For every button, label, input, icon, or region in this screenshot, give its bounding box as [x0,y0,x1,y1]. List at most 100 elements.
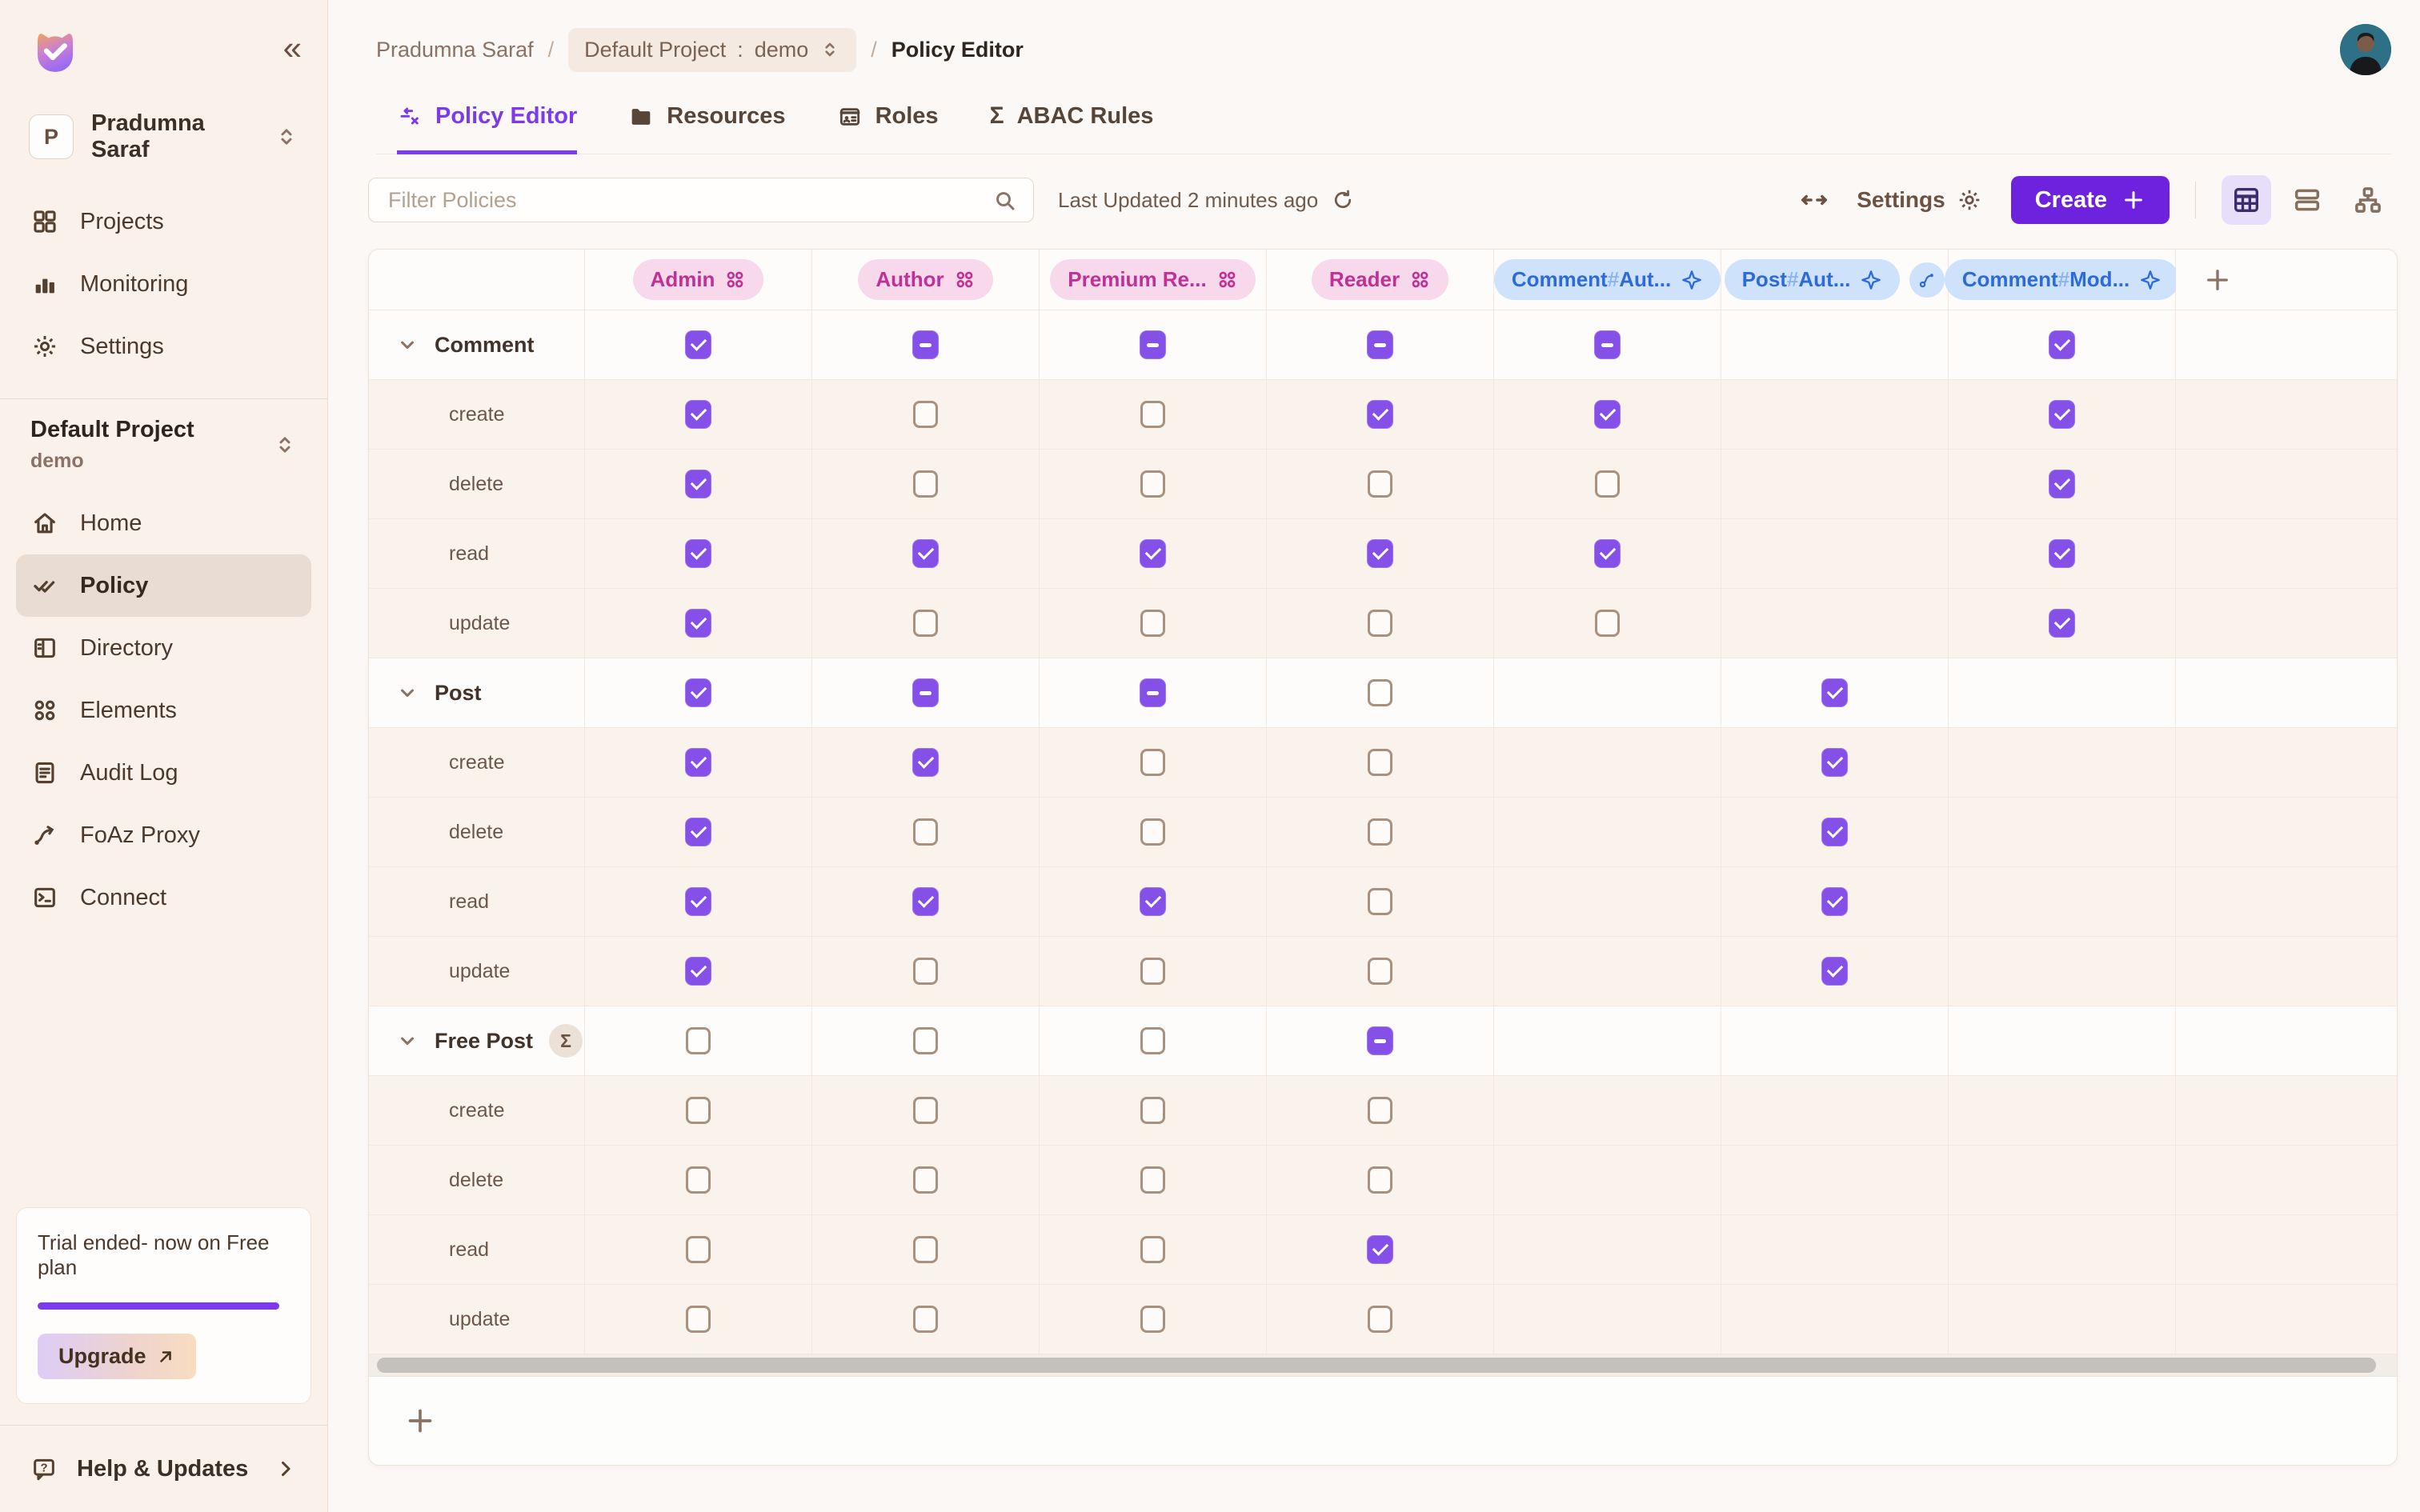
checkbox-unchecked[interactable] [1368,749,1392,776]
checkbox-unchecked[interactable] [913,401,938,428]
derived-role-badge[interactable]: Comment#Aut... [1494,259,1721,300]
role-badge[interactable]: Author [858,259,992,300]
sidebar-item-policy[interactable]: Policy [16,554,311,617]
role-badge[interactable]: Admin [633,259,764,300]
sidebar-item-elements[interactable]: Elements [16,679,311,742]
add-role-button[interactable] [2203,266,2232,294]
checkbox-checked[interactable] [686,401,711,428]
checkbox-checked[interactable] [2049,470,2074,498]
app-logo[interactable] [29,24,82,77]
workspace-switcher[interactable]: P Pradumna Saraf [29,110,298,163]
checkbox-unchecked[interactable] [913,1166,938,1194]
checkbox-unchecked[interactable] [1368,1306,1392,1333]
checkbox-unchecked[interactable] [686,1306,711,1333]
checkbox-unchecked[interactable] [1368,1166,1392,1194]
sidebar-item-directory[interactable]: Directory [16,617,311,679]
checkbox-checked[interactable] [1822,958,1847,985]
checkbox-unchecked[interactable] [686,1166,711,1194]
checkbox-checked[interactable] [913,888,938,915]
checkbox-unchecked[interactable] [1595,470,1620,498]
checkbox-unchecked[interactable] [1140,1097,1165,1124]
checkbox-unchecked[interactable] [1368,1097,1392,1124]
role-badge[interactable]: Premium Re... [1050,259,1255,300]
sidebar-item-connect[interactable]: Connect [16,866,311,929]
checkbox-unchecked[interactable] [1140,818,1165,846]
checkbox-unchecked[interactable] [686,1097,711,1124]
tab-policy-editor[interactable]: Policy Editor [397,103,577,154]
policy-settings-button[interactable]: Settings [1857,187,1981,213]
checkbox-checked[interactable] [2049,540,2074,567]
checkbox-unchecked[interactable] [913,610,938,637]
checkbox-unchecked[interactable] [1368,470,1392,498]
scrollbar-thumb[interactable] [377,1358,2376,1373]
checkbox-unchecked[interactable] [1140,470,1165,498]
filter-policies-input[interactable] [368,178,1034,222]
sidebar-item-audit-log[interactable]: Audit Log [16,742,311,804]
checkbox-unchecked[interactable] [1140,1306,1165,1333]
project-switcher[interactable]: Default Project demo [0,417,327,473]
checkbox-unchecked[interactable] [1140,1166,1165,1194]
relationship-icon[interactable] [1909,262,1945,298]
breadcrumb-project-pill[interactable]: Default Project : demo [568,28,856,72]
checkbox-checked[interactable] [686,749,711,776]
checkbox-unchecked[interactable] [1140,958,1165,985]
checkbox-unchecked[interactable] [1140,401,1165,428]
collapse-chevron-icon[interactable] [396,334,419,356]
checkbox-unchecked[interactable] [1140,1236,1165,1263]
checkbox-checked[interactable] [686,610,711,637]
checkbox-unchecked[interactable] [913,470,938,498]
upgrade-button[interactable]: Upgrade [38,1334,196,1379]
checkbox-checked[interactable] [1140,540,1165,567]
tab-abac-rules[interactable]: Σ ABAC Rules [990,102,1154,154]
checkbox-indeterminate[interactable] [1368,331,1392,358]
checkbox-unchecked[interactable] [1140,1027,1165,1054]
checkbox-unchecked[interactable] [913,1027,938,1054]
checkbox-checked[interactable] [686,818,711,846]
checkbox-indeterminate[interactable] [1368,1027,1392,1054]
checkbox-checked[interactable] [2049,610,2074,637]
checkbox-checked[interactable] [1368,401,1392,428]
checkbox-checked[interactable] [1822,749,1847,776]
checkbox-indeterminate[interactable] [1140,679,1165,706]
sidebar-item-projects[interactable]: Projects [16,190,311,253]
checkbox-unchecked[interactable] [1140,749,1165,776]
sidebar-item-foaz-proxy[interactable]: FoAz Proxy [16,804,311,866]
checkbox-indeterminate[interactable] [1595,331,1620,358]
checkbox-checked[interactable] [2049,401,2074,428]
checkbox-checked[interactable] [1140,888,1165,915]
view-list-toggle[interactable] [2282,175,2332,225]
help-updates-button[interactable]: ? Help & Updates [0,1426,327,1512]
checkbox-checked[interactable] [686,679,711,706]
checkbox-checked[interactable] [913,749,938,776]
derived-role-badge[interactable]: Post#Aut... [1725,259,1901,300]
sidebar-collapse-icon[interactable]: « [283,24,298,72]
checkbox-indeterminate[interactable] [1140,331,1165,358]
checkbox-unchecked[interactable] [1368,679,1392,706]
checkbox-unchecked[interactable] [1595,610,1620,637]
refresh-icon[interactable] [1331,188,1355,212]
checkbox-checked[interactable] [913,540,938,567]
checkbox-checked[interactable] [1595,401,1620,428]
collapse-chevron-icon[interactable] [396,1030,419,1052]
create-button[interactable]: Create [2011,176,2170,224]
tab-resources[interactable]: Resources [628,103,785,154]
checkbox-indeterminate[interactable] [913,679,938,706]
checkbox-unchecked[interactable] [913,1236,938,1263]
checkbox-checked[interactable] [1822,818,1847,846]
checkbox-unchecked[interactable] [913,818,938,846]
view-tree-toggle[interactable] [2343,175,2393,225]
view-grid-toggle[interactable] [2222,175,2271,225]
user-avatar[interactable] [2340,24,2391,75]
checkbox-unchecked[interactable] [1368,610,1392,637]
checkbox-unchecked[interactable] [913,958,938,985]
add-resource-button[interactable] [404,1405,436,1437]
checkbox-indeterminate[interactable] [913,331,938,358]
checkbox-checked[interactable] [686,888,711,915]
checkbox-checked[interactable] [2049,331,2074,358]
checkbox-unchecked[interactable] [686,1027,711,1054]
checkbox-unchecked[interactable] [913,1306,938,1333]
checkbox-checked[interactable] [686,331,711,358]
derived-role-badge[interactable]: Comment#Mod... [1945,259,2179,300]
checkbox-checked[interactable] [1822,679,1847,706]
checkbox-checked[interactable] [1822,888,1847,915]
